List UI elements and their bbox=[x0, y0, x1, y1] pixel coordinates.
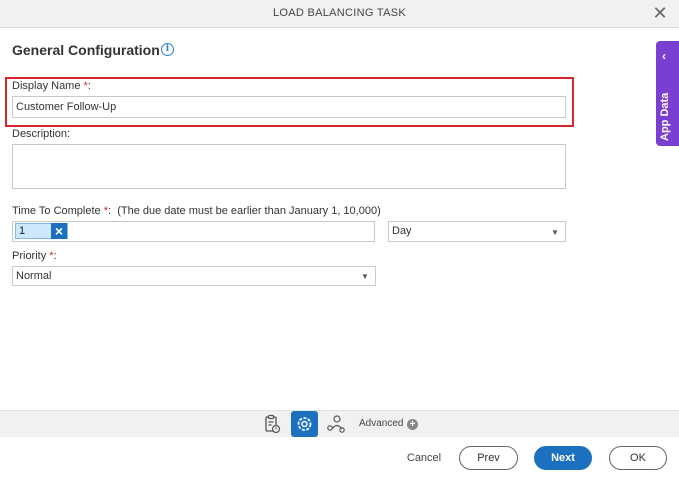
info-icon[interactable]: i bbox=[161, 43, 174, 56]
dialog-titlebar: LOAD BALANCING TASK ✕ bbox=[0, 0, 679, 28]
task-clipboard-icon[interactable] bbox=[260, 413, 284, 436]
settings-gear-icon[interactable] bbox=[291, 411, 318, 437]
dropdown-arrow-icon: ▼ bbox=[551, 228, 559, 237]
ok-button[interactable]: OK bbox=[609, 446, 667, 470]
assignee-icon[interactable] bbox=[324, 413, 348, 436]
next-button[interactable]: Next bbox=[534, 446, 592, 470]
time-unit-select[interactable]: Day bbox=[388, 221, 566, 242]
advanced-label[interactable]: Advanced bbox=[359, 418, 403, 429]
close-icon[interactable]: ✕ bbox=[651, 4, 669, 22]
display-name-input[interactable] bbox=[12, 96, 566, 118]
description-textarea[interactable] bbox=[12, 144, 566, 189]
bottom-toolbar: Advanced + bbox=[0, 410, 679, 437]
section-title: General Configuration bbox=[12, 42, 160, 58]
dialog-title: LOAD BALANCING TASK bbox=[272, 7, 407, 19]
description-label: Description: bbox=[12, 128, 71, 140]
chevron-left-icon: ‹ bbox=[662, 49, 666, 63]
remove-tag-icon[interactable]: × bbox=[51, 223, 67, 239]
prev-button[interactable]: Prev bbox=[459, 446, 518, 470]
time-to-complete-hint: (The due date must be earlier than Janua… bbox=[117, 205, 381, 217]
time-unit-value: Day bbox=[392, 225, 412, 237]
time-value-text: 1 bbox=[19, 225, 26, 237]
priority-label: Priority *: bbox=[12, 250, 57, 262]
plus-circle-icon[interactable]: + bbox=[407, 419, 418, 430]
app-data-panel-tab[interactable]: ‹ App Data bbox=[656, 41, 679, 146]
priority-select[interactable]: Normal bbox=[12, 266, 376, 286]
priority-value: Normal bbox=[16, 270, 52, 282]
time-value-tag: 1 × bbox=[15, 223, 68, 239]
dropdown-arrow-icon: ▼ bbox=[361, 272, 369, 281]
time-to-complete-label: Time To Complete *: (The due date must b… bbox=[12, 205, 381, 217]
cancel-button[interactable]: Cancel bbox=[397, 446, 451, 470]
app-data-label: App Data bbox=[659, 92, 671, 141]
display-name-label: Display Name *: bbox=[12, 80, 91, 92]
